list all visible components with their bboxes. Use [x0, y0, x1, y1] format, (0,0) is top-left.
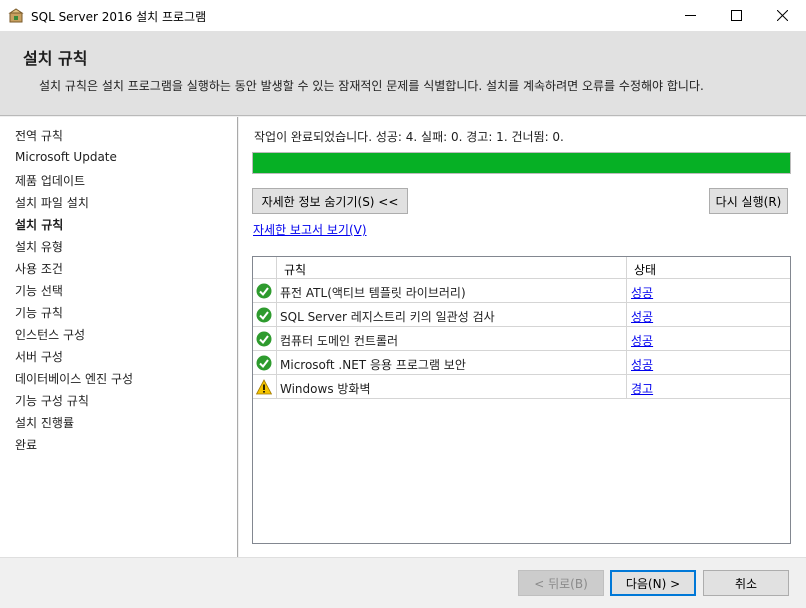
table-row[interactable]: SQL Server 레지스트리 키의 일관성 검사 성공 [253, 303, 790, 327]
sidebar-item-server-config[interactable]: 서버 구성 [15, 348, 63, 365]
check-circle-icon [256, 355, 272, 371]
main-panel: 작업이 완료되었습니다. 성공: 4. 실패: 0. 경고: 1. 건너뜀: 0… [239, 117, 806, 557]
minimize-button[interactable] [667, 0, 713, 31]
next-button[interactable]: 다음(N) > [610, 570, 696, 596]
progress-fill [253, 153, 790, 173]
close-icon [776, 10, 788, 21]
rules-grid: 규칙 상태 퓨전 ATL(액티브 템플릿 라이브러리) 성공 SQL Serve… [252, 256, 791, 544]
sidebar-item-feature-selection[interactable]: 기능 선택 [15, 282, 63, 299]
window-title: SQL Server 2016 설치 프로그램 [31, 10, 207, 24]
view-detailed-report-link[interactable]: 자세한 보고서 보기(V) [253, 221, 367, 238]
column-header-state[interactable]: 상태 [634, 261, 656, 278]
column-header-rule[interactable]: 규칙 [284, 261, 306, 278]
minimize-icon [684, 15, 696, 16]
rule-status-link[interactable]: 성공 [631, 356, 653, 373]
rule-status-link[interactable]: 성공 [631, 308, 653, 325]
rerun-button[interactable]: 다시 실행(R) [709, 188, 788, 214]
hide-details-button[interactable]: 자세한 정보 숨기기(S) << [252, 188, 408, 214]
cancel-button[interactable]: 취소 [703, 570, 789, 596]
sidebar-item-license-terms[interactable]: 사용 조건 [15, 260, 63, 277]
table-row[interactable]: Windows 방화벽 경고 [253, 375, 790, 399]
check-circle-icon [256, 307, 272, 323]
back-button[interactable]: < 뒤로(B) [518, 570, 604, 596]
sidebar-item-global-rules[interactable]: 전역 규칙 [15, 127, 63, 144]
close-button[interactable] [759, 0, 805, 31]
sidebar-item-install-progress[interactable]: 설치 진행률 [15, 414, 74, 431]
sidebar-item-complete[interactable]: 완료 [15, 436, 37, 453]
page-title: 설치 규칙 [23, 49, 88, 68]
sidebar-item-feature-rules[interactable]: 기능 규칙 [15, 304, 63, 321]
page-description: 설치 규칙은 설치 프로그램을 실행하는 동안 발생할 수 있는 잠재적인 문제… [39, 79, 704, 93]
check-circle-icon [256, 283, 272, 299]
sidebar-item-install-rules[interactable]: 설치 규칙 [15, 216, 63, 233]
sidebar-item-db-engine-config[interactable]: 데이터베이스 엔진 구성 [15, 370, 133, 387]
maximize-icon [730, 10, 742, 21]
sidebar-item-feature-config-rules[interactable]: 기능 구성 규칙 [15, 392, 89, 409]
grid-header: 규칙 상태 [253, 257, 790, 279]
sidebar-item-install-type[interactable]: 설치 유형 [15, 238, 63, 255]
rule-status-link[interactable]: 성공 [631, 332, 653, 349]
rule-name: 퓨전 ATL(액티브 템플릿 라이브러리) [280, 286, 466, 300]
page-header: 설치 규칙 설치 규칙은 설치 프로그램을 실행하는 동안 발생할 수 있는 잠… [0, 31, 806, 116]
sidebar-item-product-updates[interactable]: 제품 업데이트 [15, 172, 85, 189]
step-sidebar: 전역 규칙 Microsoft Update 제품 업데이트 설치 파일 설치 … [0, 117, 238, 557]
table-row[interactable]: 퓨전 ATL(액티브 템플릿 라이브러리) 성공 [253, 279, 790, 303]
title-bar: SQL Server 2016 설치 프로그램 [0, 0, 806, 31]
sidebar-item-microsoft-update[interactable]: Microsoft Update [15, 150, 117, 164]
footer-bar: < 뒤로(B) 다음(N) > 취소 [0, 557, 806, 608]
sidebar-item-instance-config[interactable]: 인스턴스 구성 [15, 326, 85, 343]
sql-setup-box-icon [8, 8, 24, 23]
rule-name: SQL Server 레지스트리 키의 일관성 검사 [280, 310, 495, 324]
table-row[interactable]: Microsoft .NET 응용 프로그램 보안 성공 [253, 351, 790, 375]
rule-status-link[interactable]: 성공 [631, 284, 653, 301]
warning-icon [256, 379, 272, 395]
table-row[interactable]: 컴퓨터 도메인 컨트롤러 성공 [253, 327, 790, 351]
sidebar-item-install-setup-files[interactable]: 설치 파일 설치 [15, 194, 89, 211]
rule-name: Microsoft .NET 응용 프로그램 보안 [280, 358, 466, 372]
check-circle-icon [256, 331, 272, 347]
operation-status-text: 작업이 완료되었습니다. 성공: 4. 실패: 0. 경고: 1. 건너뜀: 0… [254, 130, 564, 144]
maximize-button[interactable] [713, 0, 759, 31]
rule-status-link[interactable]: 경고 [631, 380, 653, 397]
rule-name: Windows 방화벽 [280, 382, 371, 396]
progress-bar [252, 152, 791, 174]
rule-name: 컴퓨터 도메인 컨트롤러 [280, 334, 399, 348]
